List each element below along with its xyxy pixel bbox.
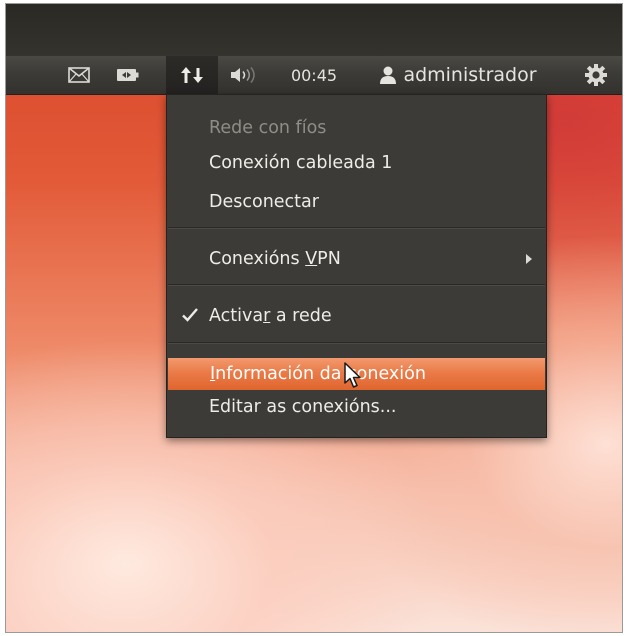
menu-separator <box>168 284 545 286</box>
checkmark-icon <box>181 306 199 324</box>
menu-item-edit-connections[interactable]: Editar as conexións... <box>167 391 546 423</box>
person-icon <box>379 65 397 85</box>
session-indicator[interactable] <box>574 56 618 94</box>
menu-item-disconnect[interactable]: Desconectar <box>167 186 546 218</box>
clock-label: 00:45 <box>290 65 338 85</box>
battery-icon <box>116 67 140 83</box>
menu-item-wired-connection[interactable]: Conexión cableada 1 <box>167 147 546 179</box>
network-indicator[interactable] <box>166 56 218 94</box>
menu-item-label: Información da conexión <box>210 364 426 384</box>
menu-separator <box>168 342 545 344</box>
menu-item-label: Activar a rede <box>209 306 332 326</box>
window-titlebar-strip <box>6 4 622 56</box>
user-indicator[interactable]: administrador <box>352 56 564 94</box>
messaging-indicator[interactable] <box>58 56 100 94</box>
battery-indicator[interactable] <box>106 56 150 94</box>
clock-indicator[interactable]: 00:45 <box>278 56 350 94</box>
menu-separator <box>168 227 545 229</box>
sound-indicator[interactable] <box>224 56 264 94</box>
user-name-label: administrador <box>403 64 537 86</box>
envelope-icon <box>68 67 90 83</box>
menu-item-vpn[interactable]: Conexións VPN <box>167 243 546 275</box>
screenshot-frame: 00:45 administrador Rede con fíos Conexi… <box>5 3 623 633</box>
mouse-pointer-icon <box>344 362 364 390</box>
menu-item-label: Desconectar <box>209 192 319 212</box>
menu-item-label: Conexión cableada 1 <box>209 153 393 173</box>
network-arrows-icon <box>179 65 205 85</box>
menu-item-enable-network[interactable]: Activar a rede <box>167 300 546 332</box>
menu-item-label: Editar as conexións... <box>209 397 397 417</box>
submenu-arrow-icon <box>526 254 532 264</box>
menu-item-wired-header: Rede con fíos <box>167 112 546 144</box>
menu-item-label: Rede con fíos <box>209 118 327 138</box>
gear-icon <box>584 63 608 87</box>
menu-item-label: Conexións VPN <box>209 249 341 269</box>
top-panel: 00:45 administrador <box>6 56 622 95</box>
speaker-icon <box>229 66 259 84</box>
